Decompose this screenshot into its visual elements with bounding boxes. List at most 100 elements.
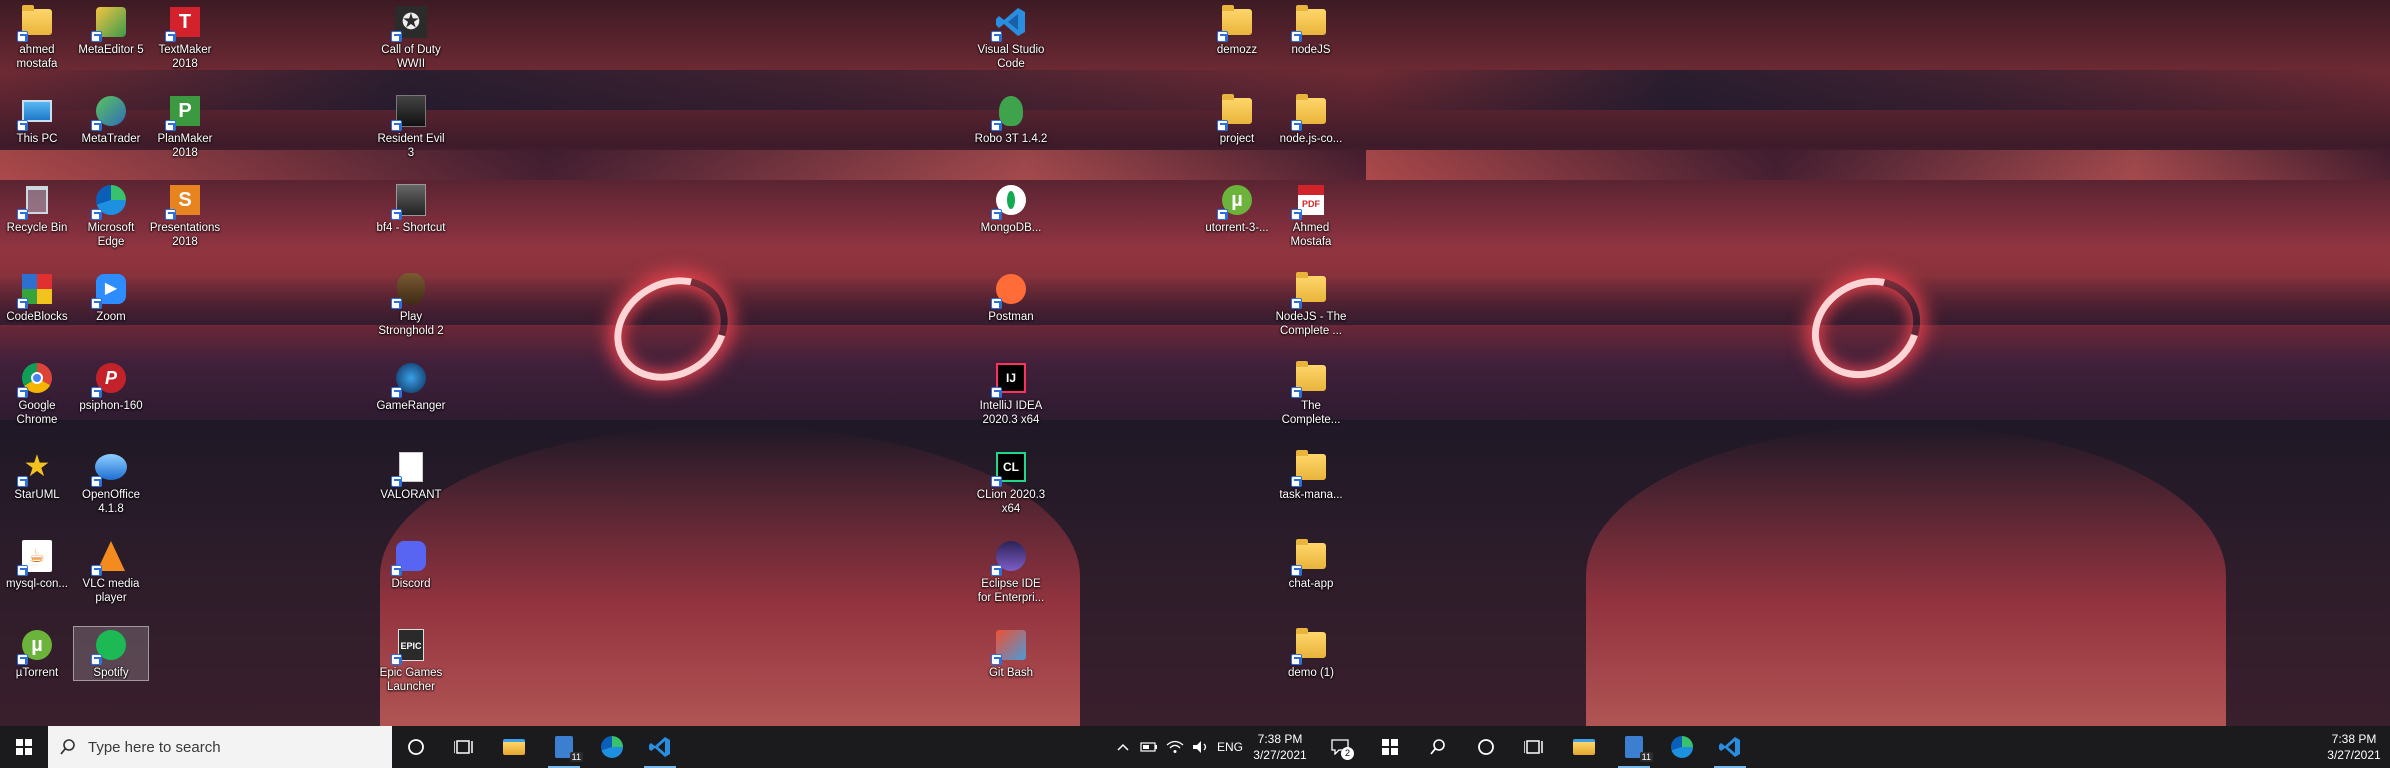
taskbar-vscode[interactable] <box>1706 726 1754 768</box>
desktop-icon[interactable]: task-mana... <box>1274 449 1348 502</box>
desktop-icon[interactable]: Postman <box>974 271 1048 324</box>
shortcut-arrow-icon <box>1217 209 1228 220</box>
shortcut-arrow-icon <box>1291 654 1302 665</box>
desktop-icon[interactable]: NodeJS - The Complete ... <box>1274 271 1348 338</box>
clock-time: 7:38 PM <box>2331 732 2377 746</box>
shortcut-arrow-icon <box>91 387 102 398</box>
shortcut-arrow-icon <box>91 120 102 131</box>
shortcut-arrow-icon <box>91 654 102 665</box>
desktop-icon[interactable]: CL CLion 2020.3 x64 <box>974 449 1048 516</box>
task-view-button[interactable] <box>1510 726 1558 768</box>
desktop-icon[interactable]: Visual Studio Code <box>974 4 1048 71</box>
shortcut-arrow-icon <box>1217 120 1228 131</box>
desktop-icon[interactable]: ✪ Call of Duty WWII <box>374 4 448 71</box>
clock[interactable]: 7:38 PM 3/27/2021 <box>1248 731 1312 763</box>
desktop-icon[interactable]: µ utorrent-3-... <box>1200 182 1274 235</box>
taskbar-task-manager[interactable]: 11 <box>1610 726 1658 768</box>
desktop-icon[interactable]: Discord <box>374 538 448 591</box>
ahmed-mostafa-folder-icon <box>17 4 55 42</box>
desktop-icon[interactable]: VLC media player <box>74 538 148 605</box>
utorrent-icon: µ <box>17 627 55 665</box>
cortana-circle-icon <box>408 739 424 755</box>
windows-logo-icon <box>1382 739 1398 755</box>
eclipse-icon <box>991 538 1029 576</box>
start-button[interactable] <box>1366 726 1414 768</box>
desktop-icon[interactable]: S Presentations 2018 <box>148 182 222 249</box>
taskbar-search-box[interactable]: Type here to search <box>48 726 392 768</box>
stronghold-icon <box>391 271 429 309</box>
desktop-icon-label: Play Stronghold 2 <box>378 311 444 337</box>
cortana-button[interactable] <box>392 726 440 768</box>
desktop-icon[interactable]: Git Bash <box>974 627 1048 680</box>
desktop-icon[interactable]: Spotify <box>73 626 149 681</box>
taskbar-task-manager[interactable]: 11 <box>540 726 588 768</box>
search-button[interactable] <box>1414 726 1462 768</box>
desktop-icon[interactable]: This PC <box>0 93 74 146</box>
robo3t-icon <box>991 93 1029 131</box>
desktop-icon[interactable]: MongoDB... <box>974 182 1048 235</box>
desktop-icon[interactable]: MetaTrader <box>74 93 148 146</box>
cortana-button[interactable] <box>1462 726 1510 768</box>
desktop-icon[interactable]: nodeJS <box>1274 4 1348 57</box>
shortcut-arrow-icon <box>1291 31 1302 42</box>
monitor-2: 11 7:38 PM 3/27/2021 <box>1366 0 2390 768</box>
start-button[interactable] <box>0 726 48 768</box>
action-center-button[interactable]: 2 <box>1318 726 1362 768</box>
desktop-icon[interactable]: ★ StarUML <box>0 449 74 502</box>
taskbar-edge[interactable] <box>1658 726 1706 768</box>
desktop-icon-label: Recycle Bin <box>6 222 68 234</box>
desktop-icon-label: IntelliJ IDEA 2020.3 x64 <box>979 400 1043 426</box>
desktop-icon-label: demo (1) <box>1287 667 1335 679</box>
desktop-icon[interactable]: chat-app <box>1274 538 1348 591</box>
desktop-icon[interactable]: EPIC Epic Games Launcher <box>374 627 448 694</box>
desktop-icon[interactable]: Resident Evil 3 <box>374 93 448 160</box>
desktop-wallpaper[interactable] <box>1366 0 2390 726</box>
desktop-icon[interactable]: T TextMaker 2018 <box>148 4 222 71</box>
desktop-icon[interactable]: Google Chrome <box>0 360 74 427</box>
language-indicator[interactable]: ENG <box>1214 739 1246 755</box>
desktop-icon[interactable]: project <box>1200 93 1274 146</box>
volume-button[interactable] <box>1188 726 1214 768</box>
desktop-icon[interactable]: OpenOffice 4.1.8 <box>74 449 148 516</box>
network-button[interactable] <box>1162 726 1188 768</box>
desktop-icon[interactable]: demozz <box>1200 4 1274 57</box>
recycle-bin-icon <box>17 182 55 220</box>
desktop-icon[interactable]: Play Stronghold 2 <box>374 271 448 338</box>
wallpaper-cloud <box>1366 70 2390 110</box>
desktop-icon[interactable]: The Complete... <box>1274 360 1348 427</box>
desktop-icon[interactable]: PDF Ahmed Mostafa <box>1274 182 1348 249</box>
desktop-icon[interactable]: node.js-co... <box>1274 93 1348 146</box>
battery-button[interactable] <box>1136 726 1162 768</box>
desktop-icon[interactable]: VALORANT <box>374 449 448 502</box>
desktop-icon-label: Zoom <box>96 311 126 323</box>
codeblocks-icon <box>17 271 55 309</box>
desktop-icon[interactable]: GameRanger <box>374 360 448 413</box>
desktop-icon[interactable]: Eclipse IDE for Enterpri... <box>974 538 1048 605</box>
desktop-icon[interactable]: ☕ mysql-con... <box>0 538 74 591</box>
taskbar-file-explorer[interactable] <box>490 726 538 768</box>
desktop-icon[interactable]: ahmed mostafa <box>0 4 74 71</box>
desktop-icon-label: CodeBlocks <box>6 311 68 323</box>
clock[interactable]: 7:38 PM 3/27/2021 <box>2322 731 2386 763</box>
spotify-icon <box>91 627 129 665</box>
desktop-icon[interactable]: Ppsiphon-160 <box>74 360 148 413</box>
clock-date: 3/27/2021 <box>2327 748 2381 762</box>
desktop-icon[interactable]: Microsoft Edge <box>74 182 148 249</box>
taskbar-file-explorer[interactable] <box>1560 726 1608 768</box>
desktop-icon[interactable]: ▶ Zoom <box>74 271 148 324</box>
desktop-icon[interactable]: IJ IntelliJ IDEA 2020.3 x64 <box>974 360 1048 427</box>
desktop-icon[interactable]: bf4 - Shortcut <box>374 182 448 235</box>
desktop-icon-label: Discord <box>391 578 431 590</box>
desktop-icon[interactable]: Recycle Bin <box>0 182 74 235</box>
task-view-button[interactable] <box>440 726 488 768</box>
vscode-icon <box>1719 737 1740 757</box>
desktop-icon[interactable]: P PlanMaker 2018 <box>148 93 222 160</box>
taskbar-edge[interactable] <box>588 726 636 768</box>
desktop-icon[interactable]: Robo 3T 1.4.2 <box>974 93 1048 146</box>
desktop-icon[interactable]: CodeBlocks <box>0 271 74 324</box>
desktop-icon[interactable]: MetaEditor 5 <box>74 4 148 57</box>
taskbar-vscode[interactable] <box>636 726 684 768</box>
desktop-icon[interactable]: demo (1) <box>1274 627 1348 680</box>
desktop-icon[interactable]: µ µTorrent <box>0 627 74 680</box>
tray-overflow-button[interactable] <box>1110 726 1136 768</box>
